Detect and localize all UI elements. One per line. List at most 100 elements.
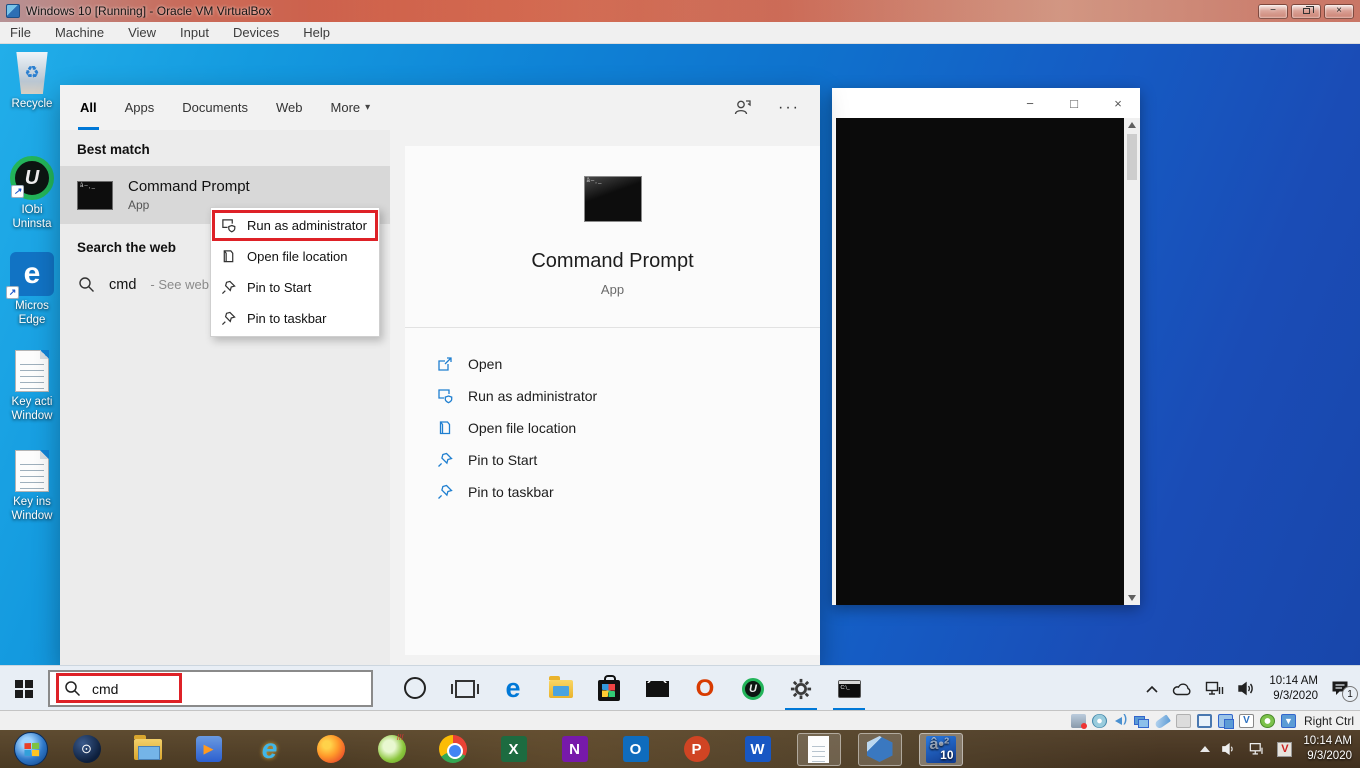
taskbar-search-box[interactable]: [48, 670, 373, 707]
cmd-maximize-button[interactable]: □: [1052, 88, 1096, 118]
scroll-up-icon[interactable]: [1128, 122, 1136, 128]
cmd-scrollbar[interactable]: [1124, 118, 1140, 605]
host-green-app[interactable]: [361, 730, 422, 768]
shared-clipboard-status-icon[interactable]: [1217, 713, 1234, 729]
menu-input[interactable]: Input: [180, 25, 209, 40]
speaker-icon[interactable]: [1237, 681, 1256, 696]
shared-folders-status-icon[interactable]: [1175, 713, 1191, 728]
menu-help[interactable]: Help: [303, 25, 330, 40]
minimize-button[interactable]: −: [1258, 3, 1288, 19]
titlebar: Windows 10 [Running] - Oracle VM Virtual…: [0, 0, 1360, 22]
chevron-up-icon[interactable]: [1145, 684, 1159, 694]
menu-devices[interactable]: Devices: [233, 25, 279, 40]
host-clock[interactable]: 10:14 AM 9/3/2020: [1303, 734, 1352, 764]
hard-disk-status-icon[interactable]: [1070, 713, 1087, 729]
menu-view[interactable]: View: [128, 25, 156, 40]
mouse-integration-status-icon[interactable]: [1259, 713, 1275, 728]
context-pin-to-taskbar[interactable]: Pin to taskbar: [212, 303, 378, 334]
desktop-icon-microsoft-edge[interactable]: e ↗ Micros Edge: [0, 252, 64, 328]
audio-status-icon[interactable]: [1113, 713, 1128, 728]
host-media-player[interactable]: ▶: [178, 730, 239, 768]
taskbar-store[interactable]: [585, 666, 633, 711]
scroll-thumb[interactable]: [1127, 134, 1137, 180]
menu-machine[interactable]: Machine: [55, 25, 104, 40]
machine-info-status-icon[interactable]: V: [1238, 713, 1254, 728]
display-status-icon[interactable]: [1196, 713, 1212, 728]
taskbar-task-view[interactable]: [441, 666, 489, 711]
context-run-as-administrator[interactable]: Run as administrator: [212, 210, 378, 241]
taskbar-command-prompt[interactable]: [825, 666, 873, 711]
taskbar-office[interactable]: O: [681, 666, 729, 711]
tab-apps[interactable]: Apps: [125, 85, 155, 130]
context-pin-to-start[interactable]: Pin to Start: [212, 272, 378, 303]
folder-icon: [221, 249, 236, 264]
action-pin-to-start[interactable]: Pin to Start: [437, 444, 820, 476]
host-start-orb[interactable]: [6, 730, 56, 768]
desktop-icon-iobit-uninstaller[interactable]: U ↗ IObi Uninsta: [0, 156, 64, 232]
virtualbox-tray-icon[interactable]: V: [1277, 741, 1293, 757]
host-chrome[interactable]: [422, 730, 483, 768]
scroll-down-icon[interactable]: [1128, 595, 1136, 601]
notification-badge: 1: [1342, 686, 1358, 702]
tab-all[interactable]: All: [78, 85, 99, 130]
host-windows10-vm[interactable]: 10: [910, 730, 971, 768]
action-open-file-location[interactable]: Open file location: [437, 412, 820, 444]
action-pin-to-taskbar[interactable]: Pin to taskbar: [437, 476, 820, 508]
taskbar-clock[interactable]: 10:14 AM 9/3/2020: [1269, 674, 1318, 704]
action-run-as-administrator[interactable]: Run as administrator: [437, 380, 820, 412]
context-item-label: Open file location: [247, 249, 348, 264]
action-center-button[interactable]: 1: [1331, 680, 1358, 702]
context-menu: Run as administrator Open file location …: [210, 207, 380, 337]
start-button[interactable]: [0, 666, 48, 711]
desktop-icon-key-activation[interactable]: Key acti Window: [0, 350, 64, 424]
desktop-icon-recycle-bin[interactable]: ♻ Recycle: [0, 52, 64, 111]
cmd-minimize-button[interactable]: −: [1008, 88, 1052, 118]
settings-gear-icon: [790, 678, 812, 700]
tab-more[interactable]: More ▾: [331, 85, 371, 130]
host-notepad[interactable]: [788, 730, 849, 768]
run-as-admin-icon: [221, 218, 236, 233]
usb-status-icon[interactable]: [1154, 714, 1171, 730]
taskbar-file-explorer[interactable]: [537, 666, 585, 711]
host-file-explorer[interactable]: [117, 730, 178, 768]
host-steam[interactable]: ⊙: [56, 730, 117, 768]
network-status-icon[interactable]: [1133, 714, 1149, 728]
network-icon[interactable]: [1249, 742, 1266, 756]
host-outlook[interactable]: O: [605, 730, 666, 768]
host-virtualbox[interactable]: [849, 730, 910, 768]
host-powerpoint[interactable]: P: [666, 730, 727, 768]
context-open-file-location[interactable]: Open file location: [212, 241, 378, 272]
close-button[interactable]: ×: [1324, 3, 1354, 19]
desktop-icon-key-installation[interactable]: Key ins Window: [0, 450, 64, 524]
speaker-icon[interactable]: [1221, 742, 1238, 756]
show-hidden-icons[interactable]: [1200, 746, 1211, 752]
host-word[interactable]: W: [727, 730, 788, 768]
tab-web[interactable]: Web: [276, 85, 303, 130]
cortana-icon[interactable]: [404, 677, 426, 699]
onedrive-cloud-icon[interactable]: [1172, 682, 1192, 696]
action-open[interactable]: Open: [437, 348, 820, 380]
taskbar-settings[interactable]: [777, 666, 825, 711]
cmd-console-area[interactable]: [832, 118, 1124, 605]
search-input[interactable]: [92, 680, 242, 697]
more-options-icon[interactable]: ···: [778, 99, 800, 117]
optical-disc-status-icon[interactable]: [1091, 713, 1107, 728]
search-tabs: All Apps Documents Web More ▾ ···: [60, 85, 820, 130]
host-firefox[interactable]: [300, 730, 361, 768]
command-prompt-window[interactable]: − □ ×: [832, 88, 1140, 605]
keyboard-status-icon[interactable]: ▼: [1280, 713, 1296, 728]
user-icon[interactable]: [733, 98, 752, 117]
network-icon[interactable]: [1205, 681, 1224, 696]
restore-button[interactable]: [1291, 3, 1321, 19]
menu-file[interactable]: File: [10, 25, 31, 40]
taskbar-mail[interactable]: [633, 666, 681, 711]
taskbar-edge[interactable]: e: [489, 666, 537, 711]
best-match-heading: Best match: [77, 142, 150, 157]
host-internet-explorer[interactable]: e: [239, 730, 300, 768]
detail-app-type: App: [600, 282, 625, 297]
taskbar-iobit[interactable]: U: [729, 666, 777, 711]
cmd-close-button[interactable]: ×: [1096, 88, 1140, 118]
host-onenote[interactable]: N: [544, 730, 605, 768]
host-excel[interactable]: X: [483, 730, 544, 768]
tab-documents[interactable]: Documents: [182, 85, 248, 130]
